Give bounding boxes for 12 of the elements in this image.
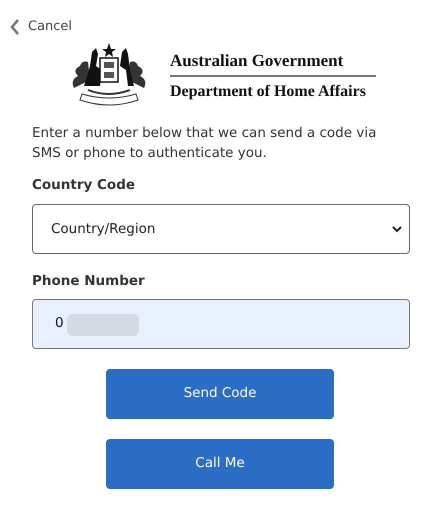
- phone-input-field[interactable]: 0: [32, 298, 410, 348]
- instructions-text: Enter a number below that we can send a code via SMS or phone to authenticate you.: [32, 124, 378, 163]
- action-button[interactable]: Call Me: [106, 438, 334, 488]
- chevron-left-icon: [10, 19, 20, 35]
- country-select[interactable]: Country/Region: [32, 204, 410, 254]
- field-label: Country Code: [32, 176, 136, 195]
- cancel-link[interactable]: Cancel: [10, 17, 72, 37]
- action-button[interactable]: Send Code: [106, 368, 334, 418]
- chevron-down-icon: [392, 226, 402, 233]
- department-name: Department of Home Affairs: [170, 82, 367, 102]
- field-label: Phone Number: [32, 272, 146, 292]
- agency-name: Australian Government: [170, 50, 344, 70]
